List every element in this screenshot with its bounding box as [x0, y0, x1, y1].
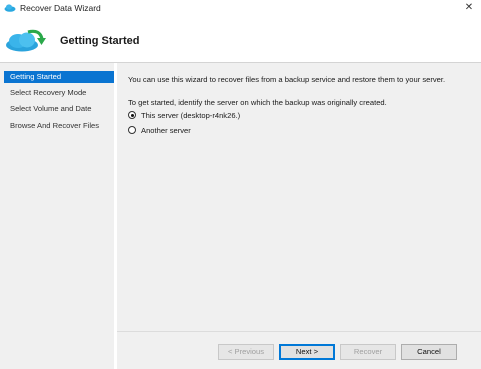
intro-text: You can use this wizard to recover files…: [128, 75, 446, 84]
sidebar-item-select-volume-and-date[interactable]: Select Volume and Date: [4, 103, 114, 115]
window-title: Recover Data Wizard: [20, 3, 101, 13]
wizard-content: You can use this wizard to recover files…: [117, 63, 481, 369]
wizard-header: Getting Started: [0, 16, 481, 62]
cloud-app-icon: [4, 4, 16, 12]
wizard-steps-sidebar: Getting Started Select Recovery Mode Sel…: [0, 63, 114, 369]
cancel-button[interactable]: Cancel: [401, 344, 457, 360]
another-server-option[interactable]: Another server: [128, 124, 191, 136]
sidebar-item-select-recovery-mode[interactable]: Select Recovery Mode: [4, 87, 114, 99]
next-button[interactable]: Next >: [279, 344, 335, 360]
this-server-label: This server (desktop-r4nk26.): [141, 110, 241, 120]
footer-divider: [117, 331, 481, 332]
sidebar-item-getting-started[interactable]: Getting Started: [4, 71, 114, 83]
sidebar-item-browse-and-recover-files[interactable]: Browse And Recover Files: [4, 120, 114, 132]
this-server-option[interactable]: This server (desktop-r4nk26.): [128, 109, 240, 121]
instruction-text: To get started, identify the server on w…: [128, 98, 387, 107]
recover-button[interactable]: Recover: [340, 344, 396, 360]
another-server-label: Another server: [141, 125, 191, 135]
recover-data-wizard-window: Recover Data Wizard ✕ Getting Started Ge…: [0, 0, 481, 369]
this-server-radio[interactable]: [128, 111, 136, 119]
page-title: Getting Started: [60, 35, 140, 47]
cloud-recover-icon: [6, 29, 46, 52]
title-bar: Recover Data Wizard ✕: [0, 0, 481, 16]
another-server-radio[interactable]: [128, 126, 136, 134]
previous-button[interactable]: < Previous: [218, 344, 274, 360]
close-button[interactable]: ✕: [457, 0, 481, 16]
